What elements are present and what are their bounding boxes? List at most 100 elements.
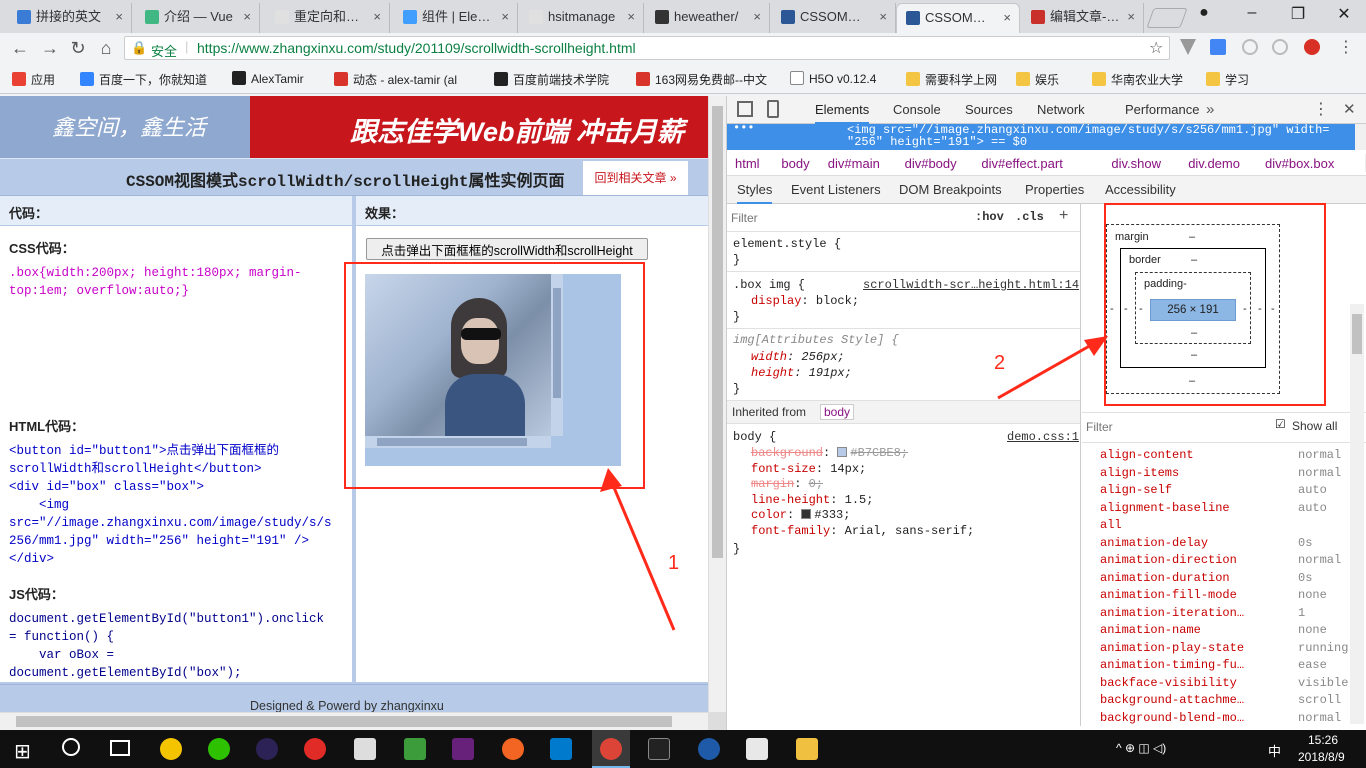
browser-tab[interactable]: CSSOM视图 × xyxy=(772,3,896,33)
tool-icon[interactable] xyxy=(746,738,768,760)
subtab-dom-breakpoints[interactable]: DOM Breakpoints xyxy=(899,182,1002,197)
css-declaration[interactable]: margin: 0; xyxy=(751,477,823,491)
profile-icon[interactable]: ● xyxy=(1184,4,1224,22)
bookmark-item[interactable]: AlexTamir xyxy=(232,71,304,86)
bookmark-item[interactable]: H5O v0.12.4 xyxy=(790,71,876,86)
site-logo[interactable]: 鑫空间，鑫生活 xyxy=(52,110,206,142)
address-bar[interactable]: 🔒 安全 | https://www.zhangxinxu.com/study/… xyxy=(124,36,1170,60)
task-view-icon[interactable] xyxy=(110,740,130,756)
computed-property-row[interactable]: align-content normal xyxy=(1082,448,1350,465)
new-rule-icon[interactable]: + xyxy=(1059,207,1068,225)
devtools-tab-elements[interactable]: Elements xyxy=(815,102,870,124)
ime-indicator[interactable]: 中 xyxy=(1268,741,1281,760)
bookmark-item[interactable]: 163网易免费邮--中文 xyxy=(636,71,767,88)
system-tray[interactable]: ^ ⊕ ◫ ◁) xyxy=(1116,741,1166,755)
hover-state-toggle[interactable]: :hov xyxy=(975,210,1004,224)
close-window-button[interactable]: ✕ xyxy=(1324,4,1364,24)
maximize-button[interactable]: ❐ xyxy=(1278,4,1318,24)
subtab-accessibility[interactable]: Accessibility xyxy=(1105,182,1176,197)
tab-close-icon[interactable]: × xyxy=(373,3,381,30)
breadcrumb-item[interactable]: div#effect.part xyxy=(981,156,1062,171)
breadcrumb-item[interactable]: div#box.box xyxy=(1265,156,1334,171)
star-icon[interactable]: ☆ xyxy=(1149,38,1163,58)
css-declaration[interactable]: font-family: Arial, sans-serif; xyxy=(751,524,974,538)
css-declaration[interactable]: color: #333; xyxy=(751,508,850,522)
menu-icon[interactable]: ⋮ xyxy=(1338,37,1354,57)
back-icon[interactable]: ← xyxy=(8,37,32,59)
inspect-icon[interactable] xyxy=(737,101,753,117)
windows-start-icon[interactable]: ⊞ xyxy=(14,739,31,764)
computed-property-row[interactable]: animation-iteration-… 1 xyxy=(1082,606,1350,623)
browser-tab[interactable]: hsitmanage × xyxy=(520,3,644,33)
class-toggle[interactable]: .cls xyxy=(1015,210,1044,224)
extension-icon[interactable] xyxy=(1242,39,1258,55)
devtools-tab-network[interactable]: Network xyxy=(1037,102,1085,117)
computed-property-row[interactable]: background-attachmen… scroll xyxy=(1082,693,1350,710)
devtools-tab-performance[interactable]: Performance xyxy=(1125,102,1199,117)
page-scroll-thumb[interactable] xyxy=(712,106,723,558)
tab-close-icon[interactable]: × xyxy=(1003,4,1011,31)
computed-property-row[interactable]: animation-play-state running xyxy=(1082,641,1350,658)
page-horizontal-scrollbar[interactable] xyxy=(0,712,708,730)
terminal-icon[interactable] xyxy=(648,738,670,760)
url-text[interactable]: https://www.zhangxinxu.com/study/201109/… xyxy=(197,40,636,56)
page-vertical-scrollbar[interactable] xyxy=(708,96,726,712)
search-icon[interactable] xyxy=(62,738,80,756)
browser-tab[interactable]: 重定向和别名 × xyxy=(266,3,390,33)
computed-scrollbar[interactable] xyxy=(1350,304,1364,724)
minimize-button[interactable]: – xyxy=(1232,4,1272,22)
subtab-properties[interactable]: Properties xyxy=(1025,182,1084,197)
minecraft-icon[interactable] xyxy=(404,738,426,760)
attributes-style-rule[interactable]: img[Attributes Style] { xyxy=(733,333,899,347)
inherited-body-tag[interactable]: body xyxy=(820,404,855,420)
computed-property-row[interactable]: animation-fill-mode none xyxy=(1082,588,1350,605)
rule-source-link[interactable]: scrollwidth-scr…height.html:14 xyxy=(863,278,1079,292)
bookmark-item[interactable]: 百度前端技术学院 xyxy=(494,71,609,88)
browser-tab[interactable]: heweather/ × xyxy=(646,3,770,33)
bookmark-item[interactable]: 华南农业大学 xyxy=(1092,71,1183,88)
asm-icon[interactable] xyxy=(354,738,376,760)
show-scroll-size-button[interactable]: 点击弹出下面框框的scrollWidth和scrollHeight xyxy=(366,238,648,260)
wechat-icon[interactable] xyxy=(208,738,230,760)
breadcrumb-item[interactable]: div#main xyxy=(828,156,880,171)
devtools-tab-sources[interactable]: Sources xyxy=(965,102,1013,117)
subtab-styles[interactable]: Styles xyxy=(737,182,773,204)
dom-scrollbar[interactable] xyxy=(1355,124,1366,150)
tab-close-icon[interactable]: × xyxy=(753,3,761,30)
computed-property-row[interactable]: animation-delay 0s xyxy=(1082,536,1350,553)
device-toolbar-icon[interactable] xyxy=(767,100,779,118)
back-to-article-link[interactable]: 回到相关文章 » xyxy=(583,161,688,195)
speedometer-icon[interactable] xyxy=(698,738,720,760)
browser-tab[interactable]: 拼接的英文 × xyxy=(8,3,132,33)
qq-icon[interactable] xyxy=(160,738,182,760)
forward-icon[interactable]: → xyxy=(38,37,62,59)
colorful-app-icon[interactable] xyxy=(502,738,524,760)
eclipse-icon[interactable] xyxy=(256,738,278,760)
clock-time[interactable]: 15:26 xyxy=(1308,733,1338,747)
devtools-close-icon[interactable]: ✕ xyxy=(1343,100,1356,118)
vscode-icon[interactable] xyxy=(550,738,572,760)
element-style-rule[interactable]: element.style { xyxy=(733,237,841,251)
computed-property-row[interactable]: align-self auto xyxy=(1082,483,1350,500)
tab-close-icon[interactable]: × xyxy=(115,3,123,30)
color-swatch-icon[interactable] xyxy=(801,509,812,520)
tab-close-icon[interactable]: × xyxy=(501,3,509,30)
breadcrumb-item[interactable]: body xyxy=(781,156,809,171)
browser-tab[interactable]: CSSOM视图 × xyxy=(896,3,1020,33)
translate-extension-icon[interactable] xyxy=(1210,39,1226,55)
subtab-event-listeners[interactable]: Event Listeners xyxy=(791,182,881,197)
adblock-extension-icon[interactable] xyxy=(1304,39,1320,55)
file-explorer-icon[interactable] xyxy=(796,738,818,760)
body-rule[interactable]: body { xyxy=(733,430,776,444)
bookmark-item[interactable]: 应用 xyxy=(12,71,55,88)
breadcrumb-item[interactable]: div.show xyxy=(1111,156,1161,171)
visual-studio-icon[interactable] xyxy=(452,738,474,760)
browser-tab[interactable]: 组件 | Eleme × xyxy=(394,3,518,33)
css-declaration[interactable]: background: #B7CBE8; xyxy=(751,446,908,460)
page-hscroll-thumb[interactable] xyxy=(16,716,672,727)
tab-close-icon[interactable]: × xyxy=(1127,3,1135,30)
computed-property-row[interactable]: animation-duration 0s xyxy=(1082,571,1350,588)
browser-tab[interactable]: 编辑文章-CS × xyxy=(1022,3,1144,33)
more-tabs-icon[interactable]: » xyxy=(1206,101,1214,118)
reload-icon[interactable]: ↻ xyxy=(66,37,90,59)
